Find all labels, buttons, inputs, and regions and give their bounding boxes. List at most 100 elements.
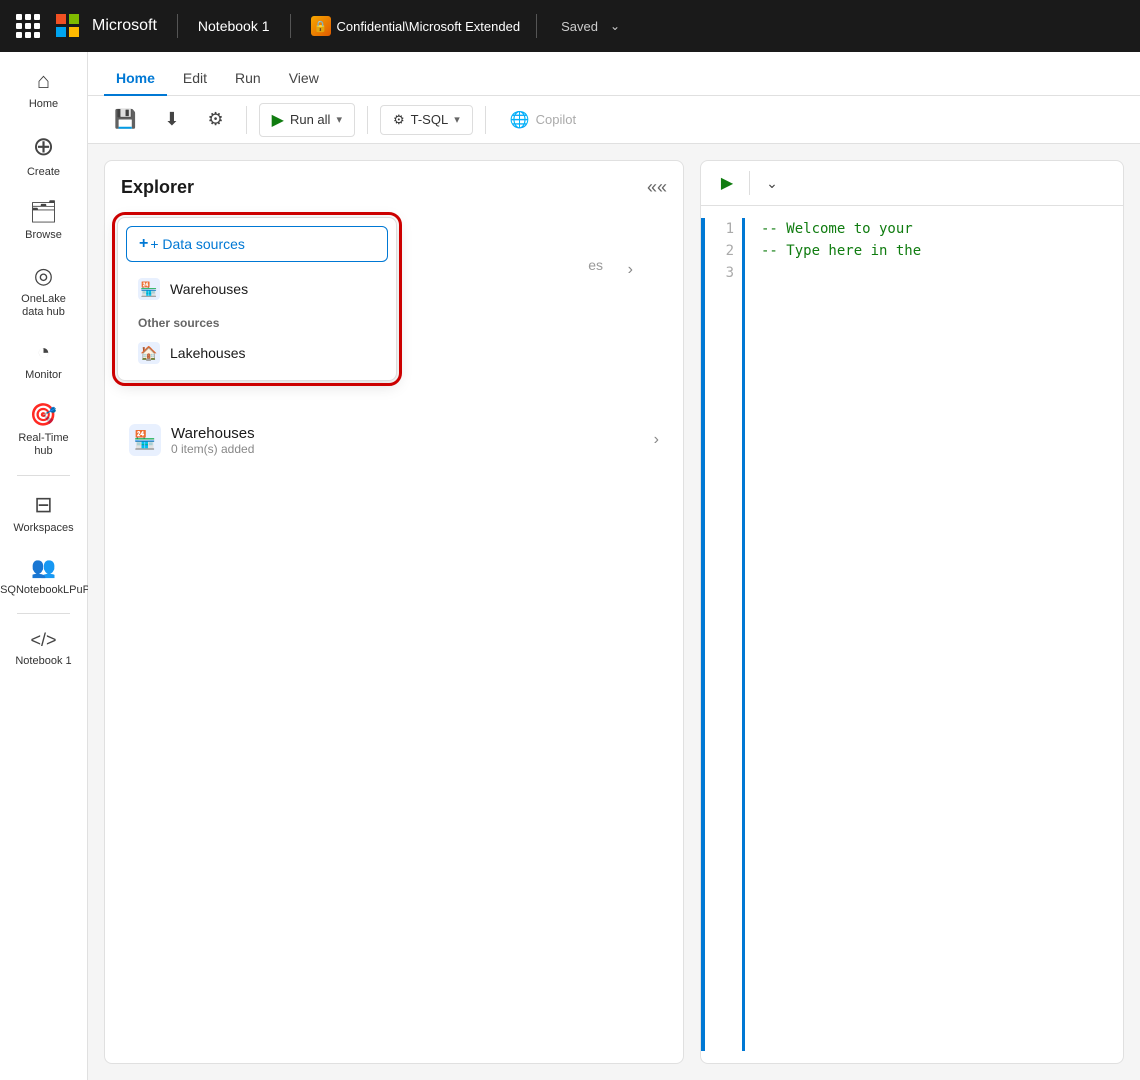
content-area: Home Edit Run View 💾 ⬇ ⚙ ▶ Run all ▾ [88,52,1140,1080]
tsql-settings-icon: ⚙ [393,112,405,128]
toolbar-divider-1 [246,106,247,134]
add-data-sources-button[interactable]: + + Data sources [126,226,388,262]
workspaces-icon: ⊟ [34,492,52,518]
warehouses-dropdown-label: Warehouses [170,281,248,297]
line-numbers: 1 2 3 [705,218,745,1051]
code-line-3 [761,262,1107,284]
lakehouse-dropdown-icon: 🏠 [138,342,160,364]
line-num-3: 3 [713,262,734,284]
code-run-button[interactable]: ▶ [713,169,741,197]
line-num-1: 1 [713,218,734,240]
sidebar-label-create: Create [27,166,60,179]
monitor-icon: ◔ [37,339,50,365]
code-line-1: -- Welcome to your [761,218,1107,240]
settings-button[interactable]: ⚙ [198,103,234,136]
sidebar-item-home[interactable]: ⌂ Home [6,60,82,119]
topbar-divider-2 [290,14,291,38]
sidebar-divider-1 [17,475,69,476]
code-dropdown-button[interactable]: ⌄ [758,169,786,197]
confidential-text: Confidential\Microsoft Extended [337,19,521,34]
save-button[interactable]: 💾 [104,103,146,136]
realtime-icon: 🎯 [30,402,57,428]
tsql-label: T-SQL [411,112,449,127]
tab-run[interactable]: Run [223,62,273,96]
copilot-button[interactable]: 🌐 Copilot [498,104,588,136]
sidebar-item-monitor[interactable]: ◔ Monitor [6,331,82,390]
notebook-title: Notebook 1 [198,18,270,34]
brand-name: Microsoft [92,17,157,35]
toolbar-divider-3 [485,106,486,134]
line-num-2: 2 [713,240,734,262]
tsqnotebook-icon: 👥 [31,555,56,580]
code-toolbar: ▶ ⌄ [701,161,1123,206]
code-editor: ▶ ⌄ 1 2 3 -- Welcome to your -- Type her… [700,160,1124,1064]
tab-view[interactable]: View [277,62,331,96]
sidebar-label-browse: Browse [25,229,62,242]
toolbar: 💾 ⬇ ⚙ ▶ Run all ▾ ⚙ T-SQL ▾ 🌐 [88,96,1140,144]
warehouses-row-text: Warehouses 0 item(s) added [171,425,255,456]
topbar-divider-3 [536,14,537,38]
save-icon: 💾 [114,109,136,130]
warehouses-row-chevron-icon: › [654,431,659,449]
explorer-panel: Explorer «« + + Data sources 🏪 Warehouse… [104,160,684,1064]
dropdown-popup: + + Data sources 🏪 Warehouses Other sour… [117,217,397,381]
gear-icon: ⚙ [208,109,224,130]
lakehouses-dropdown-label: Lakehouses [170,345,246,361]
run-all-button[interactable]: ▶ Run all ▾ [259,103,355,137]
browse-icon: 🗂 [30,199,58,225]
confidential-label: 🔒 Confidential\Microsoft Extended [311,16,521,36]
topbar-divider-1 [177,14,178,38]
sidebar-divider-2 [17,613,69,614]
run-all-label: Run all [290,112,330,127]
tab-home[interactable]: Home [104,62,167,96]
sidebar-item-realtime[interactable]: 🎯 Real-Time hub [6,394,82,466]
collapse-icon[interactable]: «« [647,177,667,198]
create-icon: ⊕ [33,131,55,162]
warehouses-row-title: Warehouses [171,425,255,442]
sidebar-item-workspaces[interactable]: ⊟ Workspaces [6,484,82,543]
onelake-icon: ◎ [34,263,53,289]
warehouse-dropdown-icon: 🏪 [138,278,160,300]
download-button[interactable]: ⬇ [154,103,189,136]
tab-edit[interactable]: Edit [171,62,219,96]
microsoft-logo [56,14,80,38]
toolbar-divider-2 [367,106,368,134]
menu-bar: Home Edit Run View [88,52,1140,96]
left-sidebar: ⌂ Home ⊕ Create 🗂 Browse ◎ OneLake data … [0,52,88,1080]
run-all-chevron-icon: ▾ [336,113,342,126]
copilot-icon: 🌐 [510,110,530,130]
sidebar-label-monitor: Monitor [25,369,62,382]
tsql-chevron-icon: ▾ [454,113,460,126]
shield-icon: 🔒 [311,16,331,36]
sidebar-item-create[interactable]: ⊕ Create [6,123,82,187]
warehouses-row-subtitle: 0 item(s) added [171,442,255,456]
topbar: Microsoft Notebook 1 🔒 Confidential\Micr… [0,0,1140,52]
warehouses-row[interactable]: 🏪 Warehouses 0 item(s) added › [121,414,667,466]
explorer-content: es › 🏪 Warehouses 0 item(s) added › [105,406,683,1063]
data-sources-label: + Data sources [150,236,245,252]
explorer-header: Explorer «« [105,161,683,206]
sidebar-item-tsqnotebook[interactable]: 👥 TSQNotebookLPuPr [6,547,82,605]
home-icon: ⌂ [37,68,50,94]
other-sources-label: Other sources [126,308,388,334]
app-launcher-icon[interactable] [16,14,40,38]
lakehouses-dropdown-item[interactable]: 🏠 Lakehouses [126,334,388,372]
sidebar-item-notebook1[interactable]: </> Notebook 1 [6,622,82,676]
sidebar-item-browse[interactable]: 🗂 Browse [6,191,82,250]
warehouse-row-icon: 🏪 [129,424,161,456]
notebook1-icon: </> [30,630,56,651]
save-status: Saved [561,19,598,34]
sidebar-label-home: Home [29,98,58,111]
code-toolbar-divider [749,171,750,195]
tsql-button[interactable]: ⚙ T-SQL ▾ [380,105,473,135]
main-layout: ⌂ Home ⊕ Create 🗂 Browse ◎ OneLake data … [0,52,1140,1080]
download-icon: ⬇ [164,109,179,130]
plus-icon: + [139,235,148,253]
warehouses-dropdown-item[interactable]: 🏪 Warehouses [126,270,388,308]
code-lines[interactable]: -- Welcome to your -- Type here in the [745,218,1123,1051]
sidebar-item-onelake[interactable]: ◎ OneLake data hub [6,255,82,327]
sidebar-label-onelake: OneLake data hub [12,293,76,319]
sidebar-label-notebook1: Notebook 1 [15,655,71,668]
play-icon: ▶ [272,110,284,130]
status-chevron-icon[interactable]: ⌄ [610,19,620,33]
